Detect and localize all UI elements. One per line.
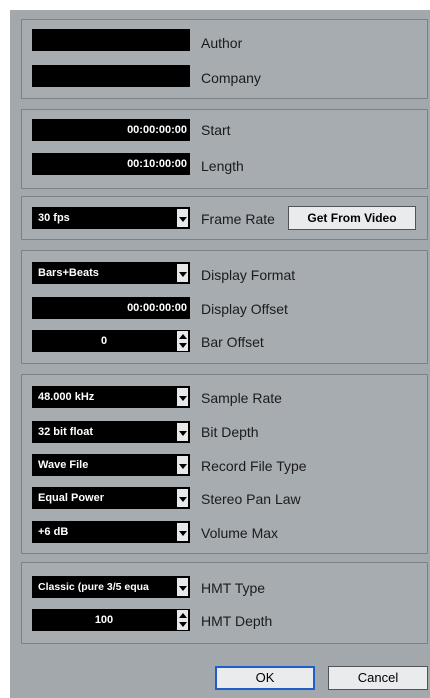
frame-rate-select[interactable]: 30 fps xyxy=(32,207,190,229)
display-format-dropdown-icon[interactable] xyxy=(176,263,189,283)
length-field[interactable]: 00:10:00:00 xyxy=(32,153,190,175)
hmt-type-dropdown-icon[interactable] xyxy=(176,577,189,597)
ok-button[interactable]: OK xyxy=(215,666,315,690)
hmt-type-label: HMT Type xyxy=(201,580,266,596)
start-field[interactable]: 00:00:00:00 xyxy=(32,119,190,141)
bar-offset-stepper[interactable] xyxy=(176,330,189,352)
cancel-button[interactable]: Cancel xyxy=(328,666,428,690)
bit-depth-select[interactable]: 32 bit float xyxy=(32,421,190,443)
hmt-depth-field[interactable]: 100 xyxy=(32,609,190,631)
stepper-up-icon[interactable] xyxy=(179,334,187,339)
bar-offset-label: Bar Offset xyxy=(201,334,264,350)
sample-rate-select[interactable]: 48.000 kHz xyxy=(32,386,190,408)
author-label: Author xyxy=(201,35,243,51)
record-file-type-select[interactable]: Wave File xyxy=(32,454,190,476)
bar-offset-field[interactable]: 0 xyxy=(32,330,190,352)
volume-max-label: Volume Max xyxy=(201,525,279,541)
record-file-type-label: Record File Type xyxy=(201,458,307,474)
stepper-down-icon[interactable] xyxy=(179,622,187,627)
stereo-pan-law-dropdown-icon[interactable] xyxy=(176,488,189,508)
display-offset-label: Display Offset xyxy=(201,301,288,317)
bit-depth-label: Bit Depth xyxy=(201,424,259,440)
stereo-pan-law-label: Stereo Pan Law xyxy=(201,491,301,507)
volume-max-dropdown-icon[interactable] xyxy=(176,522,189,542)
display-format-label: Display Format xyxy=(201,267,296,283)
bit-depth-dropdown-icon[interactable] xyxy=(176,422,189,442)
display-offset-field[interactable]: 00:00:00:00 xyxy=(32,297,190,319)
record-file-type-dropdown-icon[interactable] xyxy=(176,455,189,475)
stereo-pan-law-select[interactable]: Equal Power xyxy=(32,487,190,509)
volume-max-select[interactable]: +6 dB xyxy=(32,521,190,543)
hmt-type-select[interactable]: Classic (pure 3/5 equa xyxy=(32,576,190,598)
hmt-depth-label: HMT Depth xyxy=(201,613,273,629)
company-label: Company xyxy=(201,70,261,86)
hmt-depth-stepper[interactable] xyxy=(176,609,189,631)
sample-rate-dropdown-icon[interactable] xyxy=(176,387,189,407)
stepper-up-icon[interactable] xyxy=(179,613,187,618)
length-label: Length xyxy=(201,158,244,174)
stepper-down-icon[interactable] xyxy=(179,343,187,348)
project-setup-dialog: Author Company 00:00:00:00 Start 00:10:0… xyxy=(10,10,430,698)
frame-rate-dropdown-icon[interactable] xyxy=(176,208,189,228)
start-label: Start xyxy=(201,122,231,138)
get-from-video-button[interactable]: Get From Video xyxy=(288,206,416,230)
display-format-select[interactable]: Bars+Beats xyxy=(32,262,190,284)
sample-rate-label: Sample Rate xyxy=(201,390,282,406)
company-field[interactable] xyxy=(32,65,190,87)
frame-rate-label: Frame Rate xyxy=(201,211,275,227)
author-field[interactable] xyxy=(32,29,190,51)
